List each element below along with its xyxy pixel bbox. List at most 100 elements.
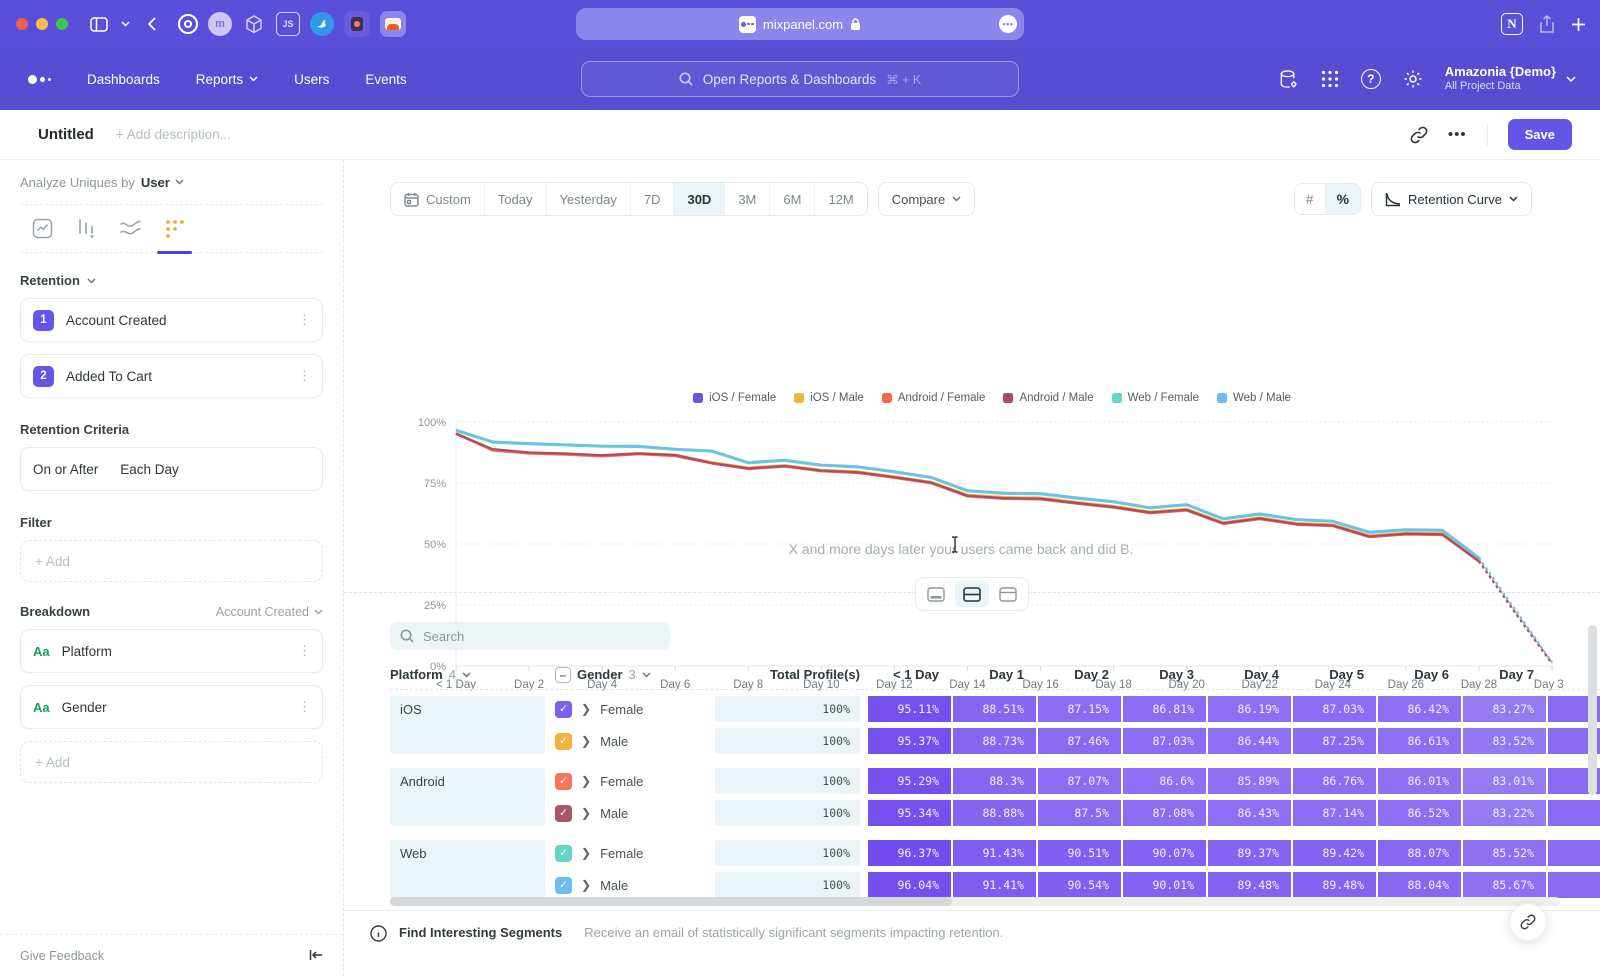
horizontal-scrollbar[interactable] — [390, 897, 1560, 906]
new-tab-icon[interactable] — [1571, 17, 1586, 32]
retention-value-cell[interactable]: 83.27% — [1463, 696, 1546, 722]
column-header-day-3[interactable]: Day 3 — [1123, 667, 1206, 682]
compare-button[interactable]: Compare — [878, 182, 975, 216]
back-button[interactable] — [138, 11, 164, 37]
filter-add-button[interactable]: + Add — [20, 540, 323, 582]
nav-item-users[interactable]: Users — [294, 72, 329, 87]
analyze-value-dropdown[interactable]: User — [141, 175, 184, 190]
legend-item-ios-male[interactable]: iOS / Male — [794, 392, 864, 404]
retention-value-cell[interactable]: 91.43% — [953, 840, 1036, 866]
nav-item-reports[interactable]: Reports — [196, 72, 258, 87]
retention-value-cell[interactable]: 96.04% — [868, 872, 951, 898]
layout-table-only-button[interactable] — [991, 581, 1025, 607]
series-checkbox[interactable]: ✓ — [555, 877, 572, 894]
save-button[interactable]: Save — [1508, 119, 1572, 150]
chevron-down-icon[interactable] — [118, 11, 132, 37]
retention-step-added-to-cart[interactable]: 2 Added To Cart ⋮ — [20, 354, 323, 398]
retention-value-cell[interactable]: 88.3% — [953, 768, 1036, 794]
legend-item-android-female[interactable]: Android / Female — [882, 392, 986, 404]
retention-value-cell[interactable]: 83.52% — [1463, 728, 1546, 754]
breakdown-options-icon[interactable]: ⋮ — [298, 705, 310, 709]
retention-value-cell[interactable]: 86.44% — [1208, 728, 1291, 754]
column-header-day-5[interactable]: Day 5 — [1293, 667, 1376, 682]
retention-value-cell[interactable]: 88.04% — [1378, 872, 1461, 898]
retention-chart[interactable]: 0%25%50%75%100%< 1 DayDay 2Day 4Day 6Day… — [384, 410, 1564, 535]
legend-item-web-female[interactable]: Web / Female — [1112, 392, 1199, 404]
bird-extension-icon[interactable] — [310, 12, 334, 36]
criteria-on-or-after[interactable]: On or After — [33, 462, 98, 477]
range-30d-button[interactable]: 30D — [673, 183, 724, 215]
nav-item-events[interactable]: Events — [365, 72, 406, 87]
gender-cell[interactable]: ✓ ❯Female — [555, 701, 705, 718]
retention-value-cell[interactable]: 89.48% — [1208, 872, 1291, 898]
retention-value-cell[interactable]: 89.48% — [1293, 872, 1376, 898]
range-12m-button[interactable]: 12M — [814, 183, 866, 215]
gender-cell[interactable]: ✓ ❯Female — [555, 845, 705, 862]
criteria-each-day[interactable]: Each Day — [120, 462, 179, 477]
series-checkbox[interactable]: ✓ — [555, 805, 572, 822]
soundcloud-extension-icon[interactable] — [380, 11, 406, 37]
step-options-icon[interactable]: ⋮ — [298, 374, 310, 378]
retention-value-cell[interactable]: 87.25% — [1293, 728, 1376, 754]
retention-criteria-card[interactable]: On or After Each Day — [20, 447, 323, 491]
minimize-window-button[interactable] — [36, 18, 48, 30]
url-more-button[interactable]: ••• — [999, 15, 1017, 33]
retention-value-cell[interactable]: 90.07% — [1123, 840, 1206, 866]
js-extension-icon[interactable]: JS — [276, 12, 300, 36]
retention-value-cell[interactable]: 88.88% — [953, 800, 1036, 826]
window-controls[interactable] — [16, 18, 68, 30]
expand-row-icon[interactable]: ❯ — [581, 702, 591, 716]
column-header-day-6[interactable]: Day 6 — [1378, 667, 1461, 682]
expand-row-icon[interactable]: ❯ — [581, 878, 591, 892]
retention-value-cell[interactable]: 95.34% — [868, 800, 951, 826]
column-header-day-7[interactable]: Day 7 — [1463, 667, 1546, 682]
tab-insights-report[interactable] — [30, 216, 55, 241]
apps-grid-icon[interactable] — [1321, 70, 1339, 88]
retention-value-cell[interactable]: 86.61% — [1378, 728, 1461, 754]
retention-step-account-created[interactable]: 1 Account Created ⋮ — [20, 298, 323, 342]
retention-value-cell[interactable]: 88.07% — [1378, 840, 1461, 866]
series-checkbox[interactable]: ✓ — [555, 845, 572, 862]
series-checkbox[interactable]: ✓ — [555, 733, 572, 750]
breakdown-scope-dropdown[interactable]: Account Created — [216, 605, 323, 619]
retention-value-cell[interactable]: 87.07% — [1038, 768, 1121, 794]
retention-value-cell[interactable]: 90.54% — [1038, 872, 1121, 898]
retention-value-cell[interactable]: 88.51% — [953, 696, 1036, 722]
retention-value-cell[interactable]: 95.11% — [868, 696, 951, 722]
platform-cell[interactable]: iOS — [390, 696, 545, 754]
retention-section-heading[interactable]: Retention — [20, 273, 323, 288]
settings-gear-icon[interactable] — [1403, 69, 1423, 89]
retention-value-cell[interactable]: 86.19% — [1208, 696, 1291, 722]
add-description-button[interactable]: + Add description... — [116, 127, 231, 142]
cube-extension-icon[interactable] — [242, 12, 266, 36]
expand-row-icon[interactable]: ❯ — [581, 734, 591, 748]
more-options-button[interactable]: ••• — [1448, 126, 1467, 143]
hscroll-thumb[interactable] — [390, 897, 952, 906]
notion-extension-icon[interactable]: N — [1501, 13, 1523, 35]
tab-flows-report[interactable] — [118, 216, 143, 241]
collapse-sidebar-icon[interactable] — [309, 948, 323, 964]
nav-item-dashboards[interactable]: Dashboards — [87, 72, 160, 87]
retention-value-cell[interactable]: 87.15% — [1038, 696, 1121, 722]
legend-item-android-male[interactable]: Android / Male — [1003, 392, 1093, 404]
retention-value-cell[interactable]: 90.51% — [1038, 840, 1121, 866]
expand-row-icon[interactable]: ❯ — [581, 774, 591, 788]
range-3m-button[interactable]: 3M — [724, 183, 769, 215]
copy-link-icon[interactable] — [1410, 126, 1428, 144]
column-header-1-day[interactable]: < 1 Day — [868, 667, 951, 682]
legend-item-ios-female[interactable]: iOS / Female — [693, 392, 776, 404]
tab-funnels-report[interactable] — [74, 216, 99, 241]
retention-value-cell[interactable]: 89.37% — [1208, 840, 1291, 866]
zoom-window-button[interactable] — [56, 18, 68, 30]
mixpanel-logo-icon[interactable] — [28, 75, 51, 84]
retention-value-cell[interactable]: 83.01% — [1463, 768, 1546, 794]
expand-row-icon[interactable]: ❯ — [581, 846, 591, 860]
retention-value-cell[interactable]: 95.29% — [868, 768, 951, 794]
avatar-m-extension-icon[interactable]: m — [208, 12, 232, 36]
retention-value-cell[interactable]: 86.76% — [1293, 768, 1376, 794]
platform-cell[interactable]: Android — [390, 768, 545, 826]
global-search-button[interactable]: Open Reports & Dashboards ⌘ + K — [581, 61, 1019, 97]
gender-cell[interactable]: ✓ ❯Male — [555, 877, 705, 894]
breakdown-item-platform[interactable]: Aa Platform ⋮ — [20, 629, 323, 673]
column-header-total-profiles[interactable]: Total Profile(s) — [715, 667, 860, 682]
